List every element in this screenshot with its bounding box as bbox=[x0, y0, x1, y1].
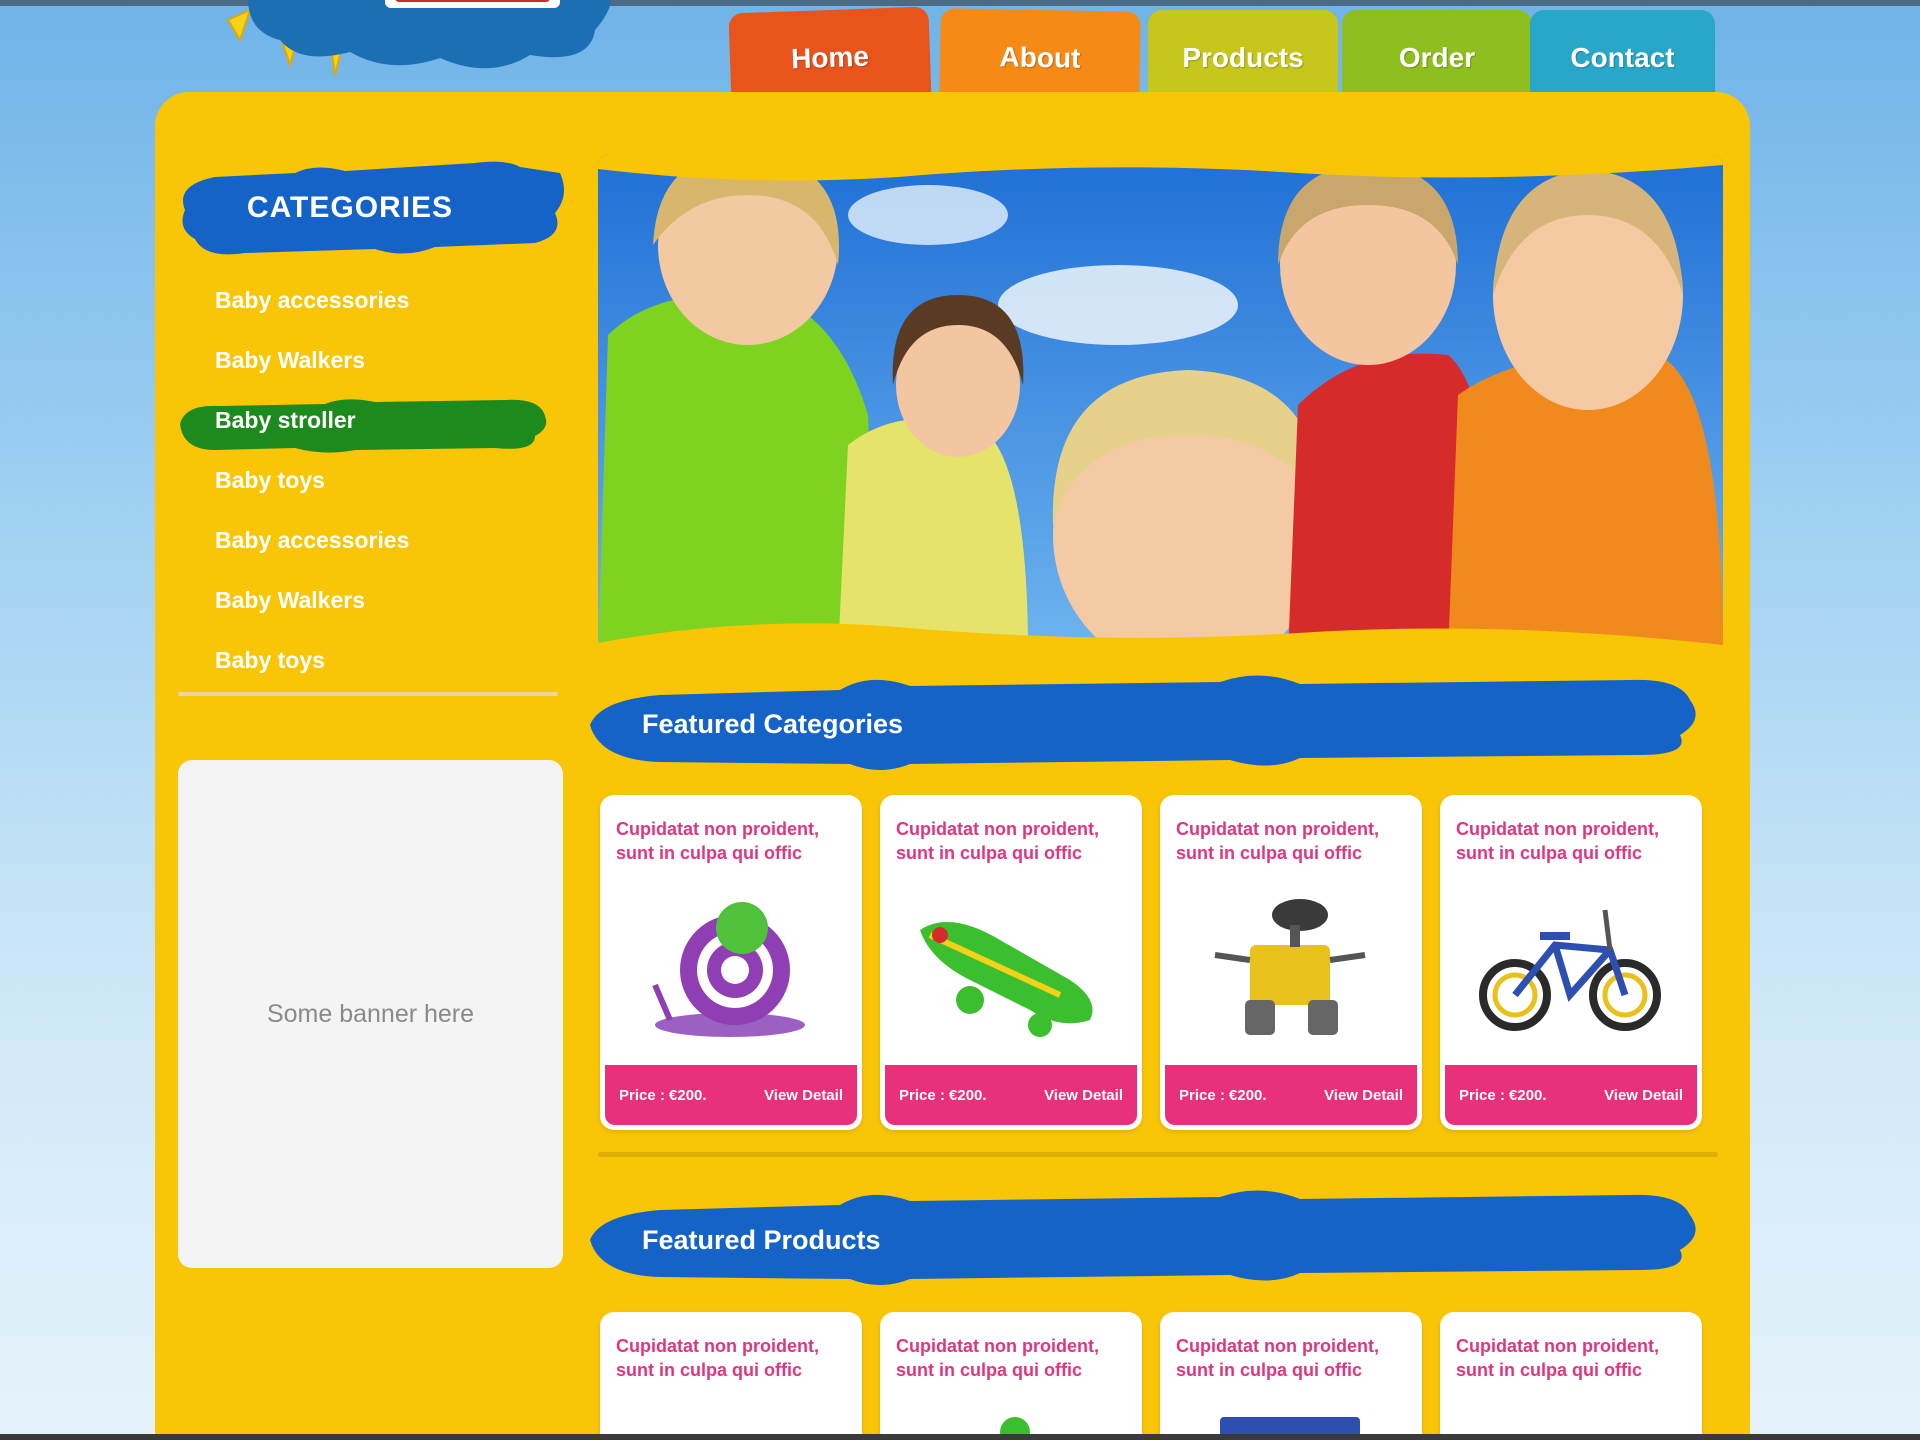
category-list: Baby accessories Baby Walkers Baby strol… bbox=[175, 270, 555, 690]
category-card[interactable]: Cupidatat non proident, sunt in culpa qu… bbox=[600, 795, 862, 1130]
window-frame-bottom bbox=[0, 1434, 1920, 1440]
crocodile-toy-icon bbox=[920, 922, 1093, 1037]
featured-products-heading: Featured Products bbox=[642, 1225, 881, 1255]
category-item-active[interactable]: Baby stroller bbox=[175, 390, 555, 453]
category-item[interactable]: Baby toys bbox=[175, 450, 555, 510]
site-logo[interactable] bbox=[210, 0, 630, 80]
category-card[interactable]: Cupidatat non proident, sunt in culpa qu… bbox=[880, 795, 1142, 1130]
bicycle-toy-icon bbox=[1479, 909, 1661, 1031]
card-description: Cupidatat non proident, sunt in culpa qu… bbox=[896, 1336, 1099, 1380]
card-description: Cupidatat non proident, sunt in culpa qu… bbox=[616, 1336, 819, 1380]
view-detail-link[interactable]: View Detail bbox=[764, 1087, 843, 1104]
category-label: Baby stroller bbox=[215, 406, 356, 433]
featured-categories-heading: Featured Categories bbox=[642, 709, 904, 739]
view-detail-link[interactable]: View Detail bbox=[1604, 1087, 1683, 1104]
card-description: Cupidatat non proident, sunt in culpa qu… bbox=[1456, 1336, 1659, 1380]
hero-image bbox=[598, 155, 1723, 655]
product-card[interactable]: Cupidatat non proident, sunt in culpa qu… bbox=[880, 1312, 1142, 1440]
robot-toy-icon bbox=[1214, 899, 1366, 1035]
category-label: Baby accessories bbox=[215, 286, 410, 313]
category-label: Baby toys bbox=[215, 646, 325, 673]
card-description: Cupidatat non proident, sunt in culpa qu… bbox=[1176, 819, 1379, 863]
category-card[interactable]: Cupidatat non proident, sunt in culpa qu… bbox=[1440, 795, 1702, 1130]
view-detail-link[interactable]: View Detail bbox=[1044, 1087, 1123, 1104]
card-price: Price : €200. bbox=[1179, 1086, 1267, 1104]
category-label: Baby toys bbox=[215, 466, 325, 493]
nav-about-label: About bbox=[999, 40, 1081, 74]
card-description: Cupidatat non proident, sunt in culpa qu… bbox=[616, 819, 819, 863]
category-item[interactable]: Baby Walkers bbox=[175, 330, 555, 390]
nav-order-label: Order bbox=[1398, 41, 1476, 73]
nav-products[interactable]: Products bbox=[1148, 10, 1338, 105]
card-footer: Price : €200. View Detail bbox=[605, 1065, 857, 1125]
card-footer: Price : €200. View Detail bbox=[1445, 1065, 1697, 1125]
view-detail-link[interactable]: View Detail bbox=[1324, 1087, 1403, 1104]
nav-order[interactable]: Order bbox=[1342, 10, 1532, 105]
card-price: Price : €200. bbox=[619, 1086, 707, 1104]
category-label: Baby Walkers bbox=[215, 586, 365, 613]
banner-text: Some banner here bbox=[266, 999, 475, 1028]
product-card[interactable]: Cupidatat non proident, sunt in culpa qu… bbox=[1440, 1312, 1702, 1440]
nav-contact[interactable]: Contact bbox=[1530, 10, 1715, 105]
card-price: Price : €200. bbox=[899, 1086, 987, 1104]
nav-products-label: Products bbox=[1182, 41, 1304, 73]
category-item[interactable]: Baby accessories bbox=[175, 510, 555, 570]
card-description: Cupidatat non proident, sunt in culpa qu… bbox=[896, 819, 1099, 863]
snail-toy-icon bbox=[652, 902, 805, 1037]
card-description: Cupidatat non proident, sunt in culpa qu… bbox=[1176, 1336, 1379, 1380]
section-divider bbox=[598, 1152, 1718, 1157]
category-item[interactable]: Baby accessories bbox=[175, 270, 555, 330]
product-card[interactable]: Cupidatat non proident, sunt in culpa qu… bbox=[1160, 1312, 1422, 1440]
nav-contact-label: Contact bbox=[1570, 41, 1675, 73]
product-card[interactable]: Cupidatat non proident, sunt in culpa qu… bbox=[600, 1312, 862, 1440]
card-footer: Price : €200. View Detail bbox=[885, 1065, 1137, 1125]
category-item[interactable]: Baby toys bbox=[175, 630, 555, 690]
card-description: Cupidatat non proident, sunt in culpa qu… bbox=[1456, 819, 1659, 863]
category-card[interactable]: Cupidatat non proident, sunt in culpa qu… bbox=[1160, 795, 1422, 1130]
category-label: Baby accessories bbox=[215, 526, 410, 553]
card-footer: Price : €200. View Detail bbox=[1165, 1065, 1417, 1125]
nav-home-label: Home bbox=[790, 40, 870, 74]
categories-heading: CATEGORIES bbox=[246, 190, 454, 224]
card-price: Price : €200. bbox=[1459, 1086, 1547, 1104]
banner-placeholder[interactable]: Some banner here bbox=[178, 760, 563, 1268]
category-label: Baby Walkers bbox=[215, 346, 365, 373]
category-item[interactable]: Baby Walkers bbox=[175, 570, 555, 630]
sidebar-divider bbox=[178, 692, 558, 696]
